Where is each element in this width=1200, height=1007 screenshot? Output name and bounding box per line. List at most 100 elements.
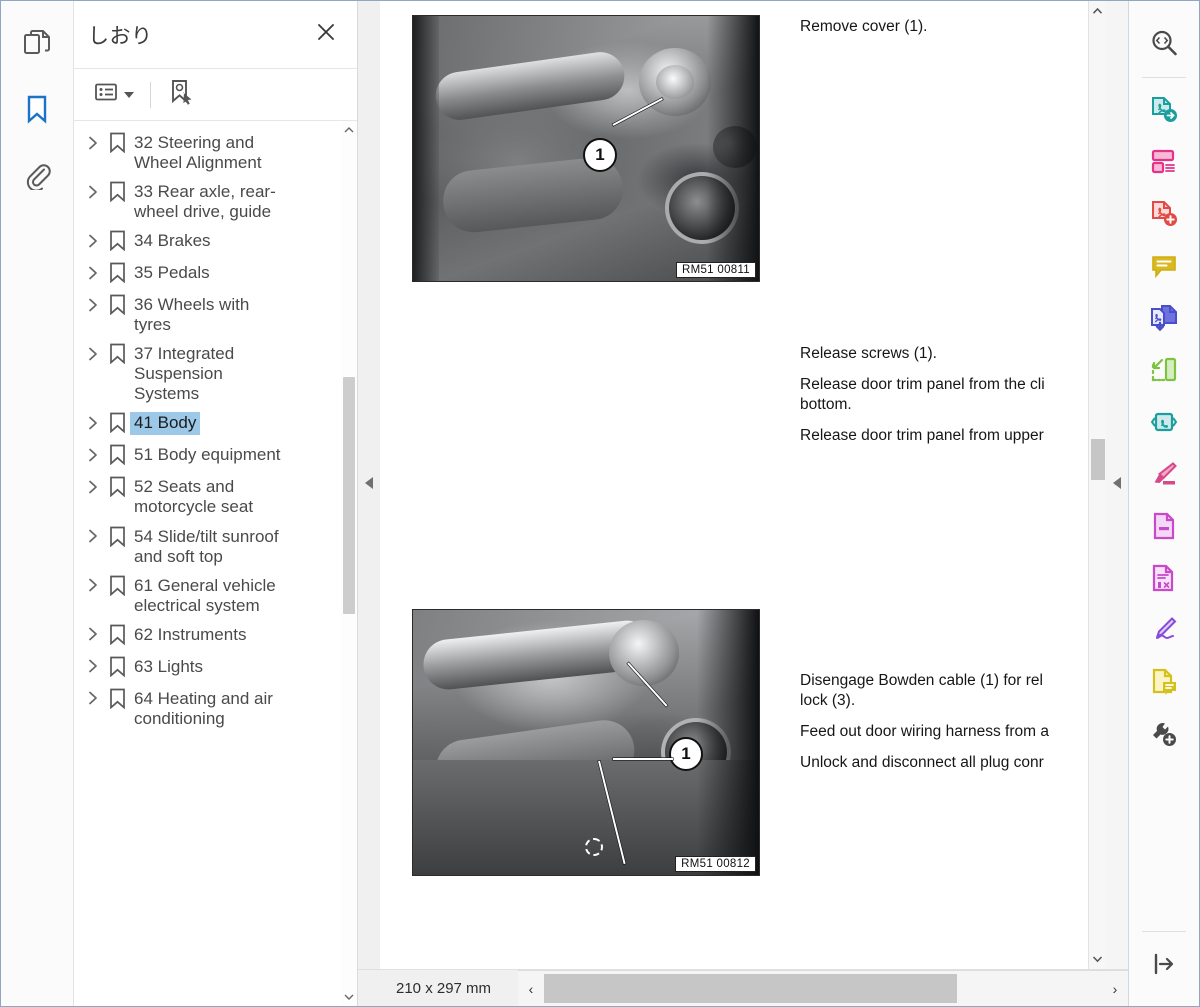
bookmark-item[interactable]: 63 Lights (74, 653, 341, 685)
chevron-right-icon (87, 577, 99, 598)
bookmark-expand-arrow[interactable] (82, 181, 104, 207)
bookmark-item[interactable]: 32 Steering and Wheel Alignment (74, 129, 341, 178)
sidebar-item-attachments[interactable] (15, 155, 59, 195)
import-pdf-button[interactable] (1139, 294, 1189, 346)
instruction-line: Release screws (1). (800, 345, 937, 362)
figure-2: 1 RM51 00812 (412, 609, 760, 876)
bookmark-item[interactable]: 34 Brakes (74, 227, 341, 259)
document-scroll-track[interactable] (1089, 21, 1107, 949)
search-icon (1149, 28, 1179, 63)
bookmark-item[interactable]: 37 Integrated Suspension Systems (74, 340, 341, 409)
bookmark-icon (104, 121, 130, 126)
bookmark-options-button[interactable] (88, 77, 140, 112)
chevron-right-icon (87, 135, 99, 156)
bookmark-item-icon (104, 526, 130, 552)
bookmark-item[interactable]: 64 Heating and air conditioning (74, 685, 341, 734)
sidebar-item-bookmarks[interactable] (15, 89, 59, 129)
bookmark-expand-arrow[interactable] (82, 294, 104, 320)
bookmark-expand-arrow[interactable] (82, 656, 104, 682)
bookmark-expand-arrow[interactable] (82, 343, 104, 369)
sign-icon (1149, 615, 1179, 650)
bookmarks-panel-title: しおり (88, 24, 153, 48)
hscroll-track[interactable] (544, 971, 1102, 1006)
bookmark-item[interactable]: 36 Wheels with tyres (74, 291, 341, 340)
highlighter-button[interactable] (1139, 450, 1189, 502)
bookmark-expand-arrow[interactable] (82, 262, 104, 288)
bookmark-expand-arrow[interactable] (82, 575, 104, 601)
bookmark-icon (109, 294, 126, 320)
bookmark-item-icon (104, 575, 130, 601)
instruction-line: Unlock and disconnect all plug conr (800, 754, 1044, 772)
bookmarks-scroll-down-button[interactable] (341, 988, 357, 1006)
bookmark-expand-arrow[interactable] (82, 526, 104, 552)
bookmark-expand-arrow[interactable] (82, 624, 104, 650)
bookmark-icon (109, 575, 126, 601)
bookmarks-scrollbar[interactable] (341, 121, 357, 1006)
figure-callout: 1 (669, 737, 703, 771)
bookmark-item-label: 61 General vehicle electrical system (134, 575, 276, 615)
bookmark-item[interactable]: front suspension (74, 121, 341, 129)
bookmark-item-label: 54 Slide/tilt sunroof and soft top (134, 526, 279, 566)
add-note-icon (1149, 667, 1179, 702)
paperclip-icon (22, 160, 52, 190)
bookmark-expand-arrow[interactable] (82, 230, 104, 256)
create-pdf-button[interactable] (1139, 190, 1189, 242)
bookmark-expand-arrow[interactable] (82, 476, 104, 502)
bookmark-expand-arrow[interactable] (82, 132, 104, 158)
more-tools-button[interactable] (1139, 710, 1189, 762)
delete-pages-button[interactable] (1139, 554, 1189, 606)
bookmarks-scroll-track[interactable] (341, 139, 357, 988)
collapse-right-panel-button[interactable] (1106, 1, 1128, 969)
bookmark-item-icon (104, 262, 130, 288)
bookmark-item-icon (104, 476, 130, 502)
bookmark-expand-arrow[interactable] (82, 688, 104, 714)
bookmark-item-label: 35 Pedals (134, 263, 210, 283)
hscroll-left-button[interactable]: ‹ (518, 971, 544, 1006)
bookmark-expand-arrow[interactable] (82, 412, 104, 438)
bookmark-item[interactable]: 54 Slide/tilt sunroof and soft top (74, 523, 341, 572)
chevron-right-icon (87, 346, 99, 367)
figure-caption: RM51 00811 (676, 262, 756, 278)
comment-button[interactable] (1139, 242, 1189, 294)
export-pdf-button[interactable] (1139, 86, 1189, 138)
bookmarks-list[interactable]: front suspension 32 Steering and Wheel Al… (74, 121, 357, 1006)
organize-pages-button[interactable] (1139, 138, 1189, 190)
bookmark-item-label: 41 Body (130, 412, 201, 436)
hscroll-thumb[interactable] (544, 974, 957, 1003)
document-scrollbar[interactable] (1088, 1, 1106, 969)
collapse-left-panel-button[interactable] (358, 1, 380, 969)
document-scroll-up-button[interactable] (1089, 1, 1107, 21)
bookmark-expand-arrow[interactable] (82, 121, 104, 126)
close-panel-button[interactable] (311, 20, 341, 50)
compress-pdf-button[interactable] (1139, 398, 1189, 450)
search-button[interactable] (1139, 19, 1189, 71)
bookmark-expand-arrow[interactable] (82, 444, 104, 470)
bookmark-item[interactable]: 35 Pedals (74, 259, 341, 291)
add-note-button[interactable] (1139, 658, 1189, 710)
bookmarks-scroll-up-button[interactable] (341, 121, 357, 139)
bookmark-item-icon (104, 444, 130, 470)
collapse-tools-panel-button[interactable] (1139, 940, 1189, 992)
document-scroll-down-button[interactable] (1089, 949, 1107, 969)
bookmark-item[interactable]: 33 Rear axle, rear-wheel drive, guide (74, 178, 341, 227)
hscroll-right-button[interactable]: › (1102, 971, 1128, 1006)
redact-icon (1149, 511, 1179, 546)
bookmark-item-icon (104, 343, 130, 369)
instruction-block-2: Release screws (1). Release door trim pa… (800, 344, 1106, 458)
bookmark-item[interactable]: 61 General vehicle electrical system (74, 572, 341, 621)
bookmark-item[interactable]: 51 Body equipment (74, 441, 341, 473)
bookmark-item[interactable]: 62 Instruments (74, 621, 341, 653)
redact-button[interactable] (1139, 502, 1189, 554)
horizontal-scrollbar[interactable]: ‹ › (518, 970, 1128, 1006)
add-bookmark-button[interactable] (161, 74, 201, 115)
sign-button[interactable] (1139, 606, 1189, 658)
pdf-page[interactable]: 1 RM51 00811 Remove cover (1). 1 RM51 00… (380, 1, 1106, 969)
crop-pages-button[interactable] (1139, 346, 1189, 398)
bookmarks-scroll-thumb[interactable] (343, 376, 355, 615)
bookmark-item[interactable]: 52 Seats and motorcycle seat (74, 473, 341, 522)
bookmark-icon (109, 476, 126, 502)
chevron-right-icon (87, 528, 99, 549)
bookmark-item[interactable]: 41 Body (74, 409, 341, 441)
document-scroll-thumb[interactable] (1090, 438, 1105, 481)
sidebar-item-page-thumbnails[interactable] (15, 23, 59, 63)
